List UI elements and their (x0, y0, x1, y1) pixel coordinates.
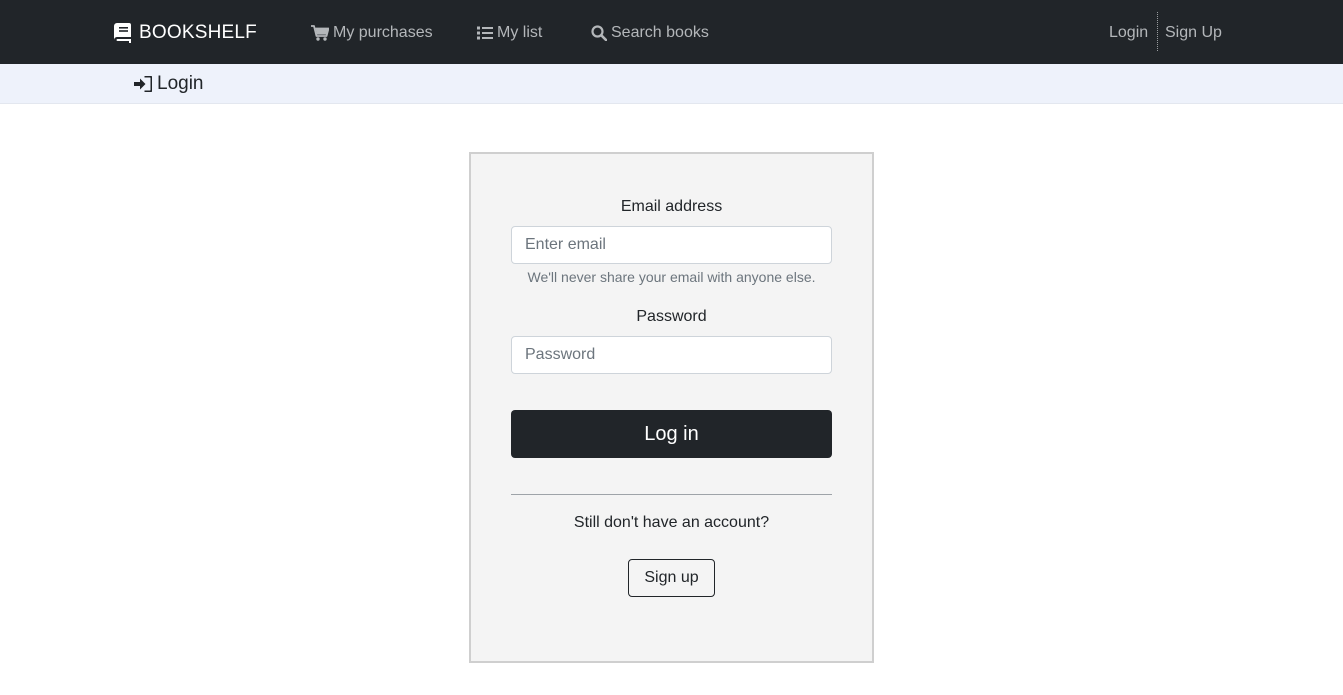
nav-auth-divider (1157, 12, 1158, 51)
login-button[interactable]: Log in (511, 410, 832, 458)
book-icon (114, 23, 131, 43)
email-label: Email address (620, 198, 723, 215)
list-icon (477, 26, 493, 40)
nav-my-list[interactable]: My list (477, 21, 542, 45)
nav-my-list-label: My list (497, 24, 543, 41)
nav-my-purchases[interactable]: My purchases (311, 21, 433, 45)
page-header-bar: Login (0, 64, 1343, 104)
password-input[interactable] (511, 336, 832, 374)
nav-search-books-label: Search books (611, 24, 709, 41)
nav-search-books[interactable]: Search books (591, 21, 709, 45)
nav-signup-link[interactable]: Sign Up (1165, 21, 1222, 45)
brand-logo[interactable]: BOOKSHELF (114, 21, 257, 45)
page-title: Login (134, 72, 204, 96)
top-navbar: BOOKSHELF My purchases My list Search bo… (0, 0, 1343, 64)
login-card: Email address We'll never share your ema… (469, 152, 874, 663)
nav-my-purchases-label: My purchases (333, 24, 433, 41)
password-label: Password (636, 308, 707, 325)
brand-label: BOOKSHELF (139, 22, 257, 43)
signup-prompt: Still don't have an account? (573, 514, 770, 531)
sign-in-icon (134, 76, 152, 92)
search-icon (591, 25, 607, 41)
email-input[interactable] (511, 226, 832, 264)
email-help-text: We'll never share your email with anyone… (527, 269, 816, 285)
form-divider (511, 494, 832, 495)
signup-button[interactable]: Sign up (628, 559, 715, 597)
page-title-label: Login (157, 73, 204, 94)
nav-login-link[interactable]: Login (1109, 21, 1148, 45)
cart-icon (311, 25, 329, 41)
